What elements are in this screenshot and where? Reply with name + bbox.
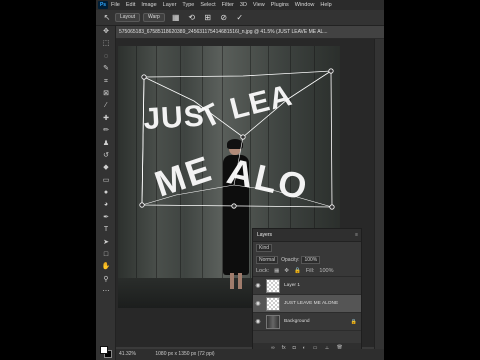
eraser-tool-icon[interactable]: ◆ — [96, 162, 116, 174]
lock-row: Lock: ▦ ✥ 🔒 Fill: 100% — [253, 266, 361, 277]
healing-brush-icon[interactable]: ✚ — [96, 113, 116, 125]
marquee-tool-icon[interactable]: ⬚ — [96, 38, 116, 50]
clone-stamp-icon[interactable]: ♟ — [96, 138, 116, 150]
frame-tool-icon[interactable]: ⊠ — [96, 88, 116, 100]
type-tool-icon[interactable]: T — [96, 224, 116, 236]
lasso-tool-icon[interactable]: ◌ — [96, 51, 116, 63]
right-collapsed-panel-strip[interactable] — [374, 39, 384, 349]
visibility-eye-icon[interactable]: ◉ — [253, 318, 263, 325]
move-tool-icon[interactable]: ✥ — [96, 26, 116, 38]
panel-menu-icon[interactable]: ≡ — [355, 229, 358, 242]
photoshop-window: Ps File Edit Image Layer Type Select Fil… — [96, 0, 384, 360]
zoom-level[interactable]: 41.32% — [119, 351, 136, 357]
layer-name[interactable]: Background — [284, 319, 310, 324]
rectangle-tool-icon[interactable]: □ — [96, 249, 116, 261]
menu-help[interactable]: Help — [317, 2, 334, 8]
menu-image[interactable]: Image — [138, 2, 159, 8]
menu-bar: Ps File Edit Image Layer Type Select Fil… — [96, 0, 384, 10]
menu-select[interactable]: Select — [197, 2, 218, 8]
layer-thumbnail — [266, 278, 280, 293]
document-tab[interactable]: 575065183_67585118620389_245631175414681… — [116, 26, 384, 39]
opacity-label: Opacity: — [281, 257, 300, 263]
layout-button[interactable]: Layout — [115, 13, 141, 22]
more-tools-icon[interactable]: ⋯ — [96, 286, 116, 298]
eyedropper-icon[interactable]: ⁄ — [96, 100, 116, 112]
rotate-icon[interactable]: ⟲ — [187, 13, 197, 23]
dodge-tool-icon[interactable]: ◕ — [96, 199, 116, 211]
menu-plugins[interactable]: Plugins — [268, 2, 292, 8]
layer-row[interactable]: ◉ Layer 1 — [253, 277, 361, 295]
quick-select-icon[interactable]: ✎ — [96, 63, 116, 75]
blend-mode-dropdown[interactable]: Normal — [256, 256, 279, 264]
layer-row[interactable]: ◉ Background 🔒 — [253, 313, 361, 331]
foreground-color-swatch[interactable] — [100, 346, 108, 354]
menu-edit[interactable]: Edit — [123, 2, 138, 8]
gradient-tool-icon[interactable]: ▭ — [96, 175, 116, 187]
menu-window[interactable]: Window — [292, 2, 318, 8]
layer-row-active[interactable]: ◉ JUST LEAVE ME ALONE — [253, 295, 361, 313]
menu-filter[interactable]: Filter — [219, 2, 237, 8]
path-select-icon[interactable]: ➤ — [96, 237, 116, 249]
commit-icon[interactable]: ✓ — [235, 13, 245, 23]
history-brush-icon[interactable]: ↺ — [96, 150, 116, 162]
layers-panel-title[interactable]: Layers — [257, 232, 272, 238]
menu-layer[interactable]: Layer — [160, 2, 180, 8]
opacity-field[interactable]: 100% — [301, 256, 321, 264]
blend-row: Normal Opacity: 100% — [253, 254, 361, 266]
lock-position-icon[interactable]: ✥ — [284, 268, 289, 274]
grid-icon[interactable]: ▦ — [171, 13, 181, 23]
visibility-eye-icon[interactable]: ◉ — [253, 282, 263, 289]
menu-file[interactable]: File — [108, 2, 123, 8]
lock-pixels-icon[interactable]: ▦ — [274, 268, 279, 274]
fill-label: Fill: — [305, 268, 315, 274]
smart-object-thumbnail — [266, 296, 280, 311]
visibility-eye-icon[interactable]: ◉ — [253, 300, 263, 307]
status-bar: 41.32% 1080 px x 1350 px (72 ppi) — [116, 349, 384, 360]
background-thumbnail — [266, 314, 280, 329]
menu-view[interactable]: View — [250, 2, 268, 8]
svg-text:JUST LEAVE: JUST LEAVE — [116, 39, 294, 136]
crop-tool-icon[interactable]: ⌗ — [96, 76, 116, 88]
filter-row: Kind — [253, 242, 361, 254]
lock-all-icon[interactable]: 🔒 — [294, 268, 301, 274]
fill-field[interactable]: 100% — [319, 268, 333, 274]
layer-name[interactable]: JUST LEAVE ME ALONE — [284, 301, 338, 306]
pen-tool-icon[interactable]: ✒ — [96, 212, 116, 224]
kind-filter-dropdown[interactable]: Kind — [256, 244, 273, 252]
warped-text-line1: JUST LEAVE — [116, 39, 293, 136]
lock-icon: 🔒 — [350, 318, 357, 325]
layer-name[interactable]: Layer 1 — [284, 283, 300, 288]
blur-tool-icon[interactable]: ● — [96, 187, 116, 199]
split-icon[interactable]: ⊞ — [203, 13, 213, 23]
warp-dropdown[interactable]: Warp — [143, 13, 165, 22]
cancel-icon[interactable]: ⊘ — [219, 13, 229, 23]
layers-panel: Layers ≡ Kind Normal Opacity: 100% Lock:… — [252, 228, 362, 354]
move-arrow-icon: ↖ — [103, 12, 111, 22]
tools-panel: ✥ ⬚ ◌ ✎ ⌗ ⊠ ⁄ ✚ ✏ ♟ ↺ ◆ ▭ ● ◕ ✒ T ➤ □ ✋ … — [96, 26, 116, 360]
brush-tool-icon[interactable]: ✏ — [96, 125, 116, 137]
layers-panel-header: Layers ≡ — [253, 229, 361, 242]
menu-type[interactable]: Type — [179, 2, 197, 8]
zoom-tool-icon[interactable]: ⚲ — [96, 274, 116, 286]
hand-tool-icon[interactable]: ✋ — [96, 261, 116, 273]
menu-3d[interactable]: 3D — [237, 2, 250, 8]
document-dimensions: 1080 px x 1350 px (72 ppi) — [155, 351, 215, 357]
photoshop-logo: Ps — [98, 1, 108, 9]
options-bar: ↖ Layout Warp ▦ ⟲ ⊞ ⊘ ✓ — [96, 10, 384, 26]
lock-label: Lock: — [256, 268, 270, 274]
